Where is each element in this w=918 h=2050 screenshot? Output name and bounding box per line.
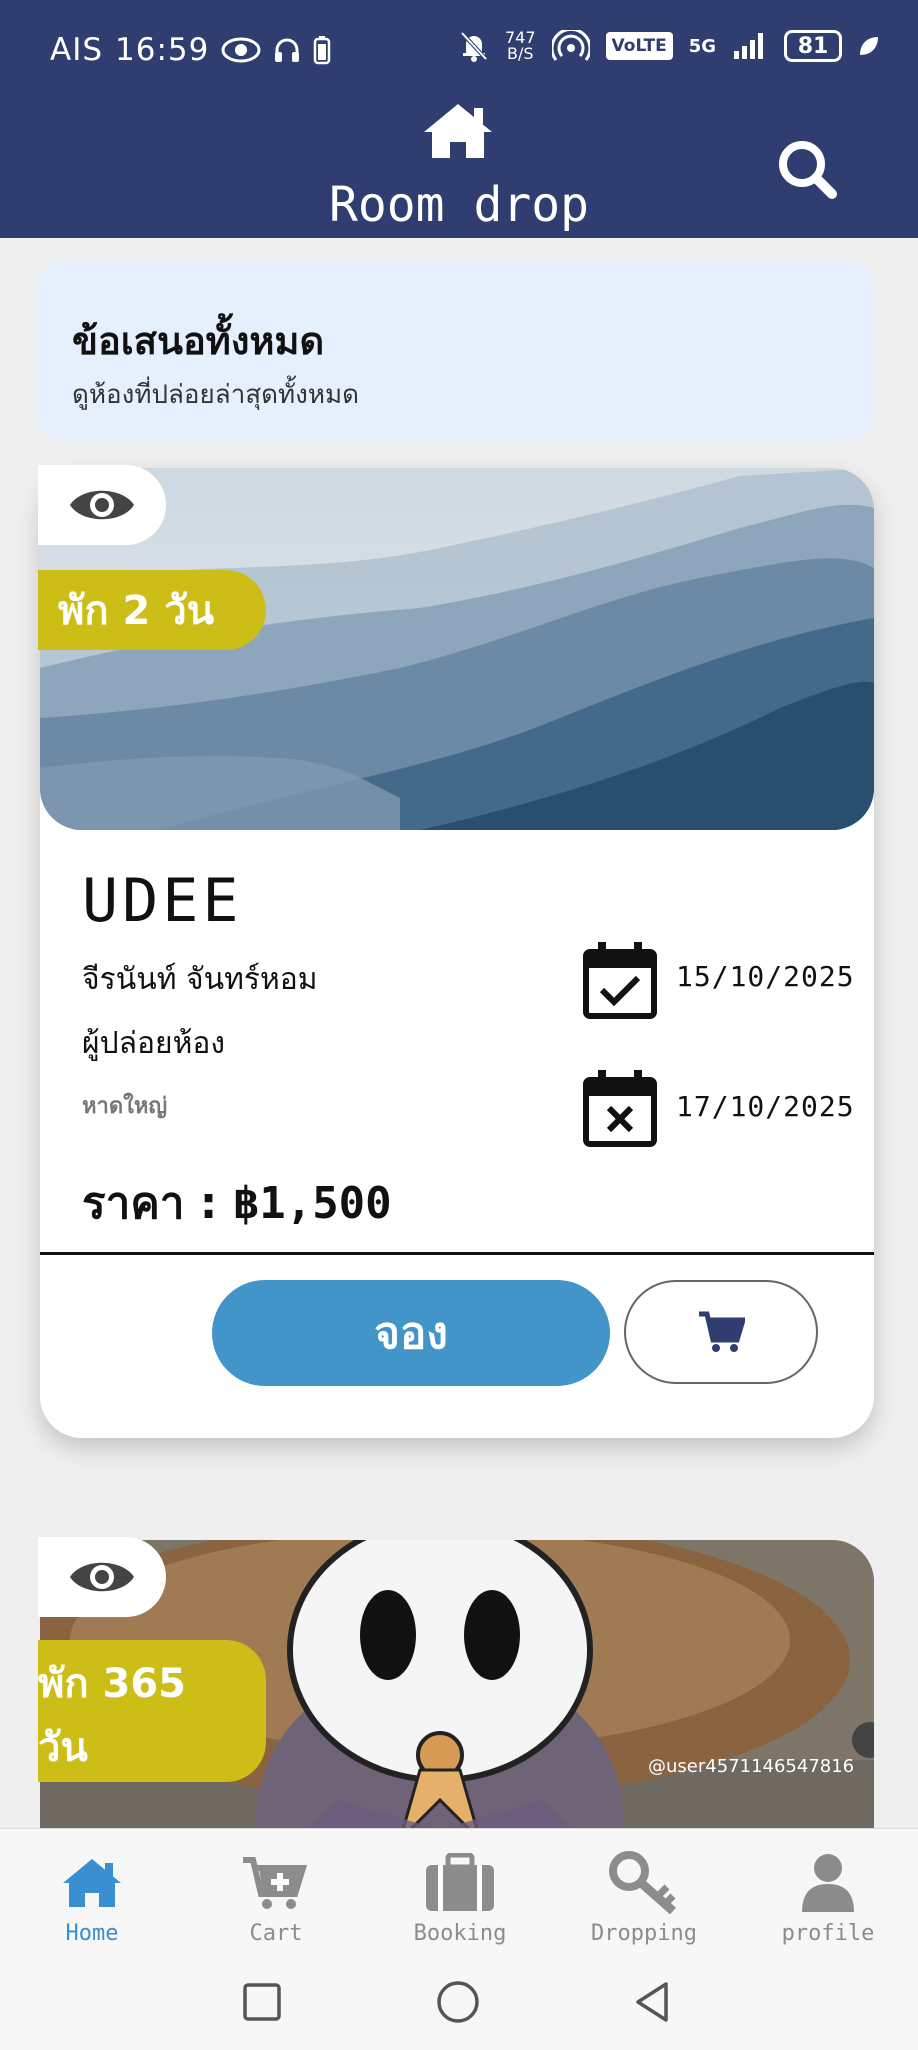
watermark-text: @user4571146547816 — [648, 1756, 855, 1777]
cart-plus-icon — [243, 1857, 308, 1909]
location-label: หาดใหญ่ — [82, 1094, 168, 1119]
stay-label-line1: พัก 365 — [38, 1661, 187, 1707]
nav-booking[interactable]: Booking — [368, 1829, 552, 1959]
net-speed: 747 B/S — [505, 30, 536, 62]
nav-profile-label: profile — [781, 1921, 875, 1946]
time-label: 16:59 — [115, 32, 210, 68]
calendar-check-icon — [583, 942, 657, 1019]
battery-small-icon — [314, 36, 331, 65]
card-divider — [40, 1252, 874, 1255]
eye-icon — [70, 490, 134, 520]
status-left: AIS 16:59 — [50, 32, 331, 68]
nav-home-label: Home — [65, 1921, 119, 1946]
view-button-2[interactable] — [38, 1537, 166, 1617]
hotspot-icon — [551, 30, 590, 61]
price-value: ฿1,500 — [232, 1178, 392, 1229]
nav-cart-label: Cart — [249, 1921, 303, 1946]
leaf-icon — [860, 37, 878, 55]
search-icon — [779, 141, 837, 199]
nav-cart-icon-wrap — [184, 1851, 368, 1915]
volte-badge: VoLTE — [605, 32, 673, 60]
price-label: ราคา : — [82, 1178, 233, 1229]
stay-duration-badge: พัก 2 วัน — [38, 570, 266, 650]
book-button[interactable]: จอง — [212, 1280, 610, 1386]
offers-banner: ข้อเสนอทั้งหมด ดูห้องที่ปล่อยล่าสุดทั้งห… — [38, 262, 874, 440]
eye-icon — [70, 1562, 134, 1592]
owner-role: ผู้ปล่อยห้อง — [82, 1026, 226, 1061]
checkin-date: 15/10/2025 — [676, 960, 855, 993]
system-home-icon[interactable] — [436, 1980, 480, 2024]
status-bar: AIS 16:59 747 B/S VoLTE 5G 81 — [0, 0, 918, 108]
nav-dropping-icon-wrap — [552, 1851, 736, 1915]
user-icon — [802, 1854, 854, 1912]
banner-subtitle: ดูห้องที่ปล่อยล่าสุดทั้งหมด — [72, 380, 360, 410]
recent-apps-icon[interactable] — [242, 1982, 282, 2022]
key-icon — [609, 1851, 676, 1915]
nav-profile-icon-wrap — [736, 1851, 918, 1915]
nav-dropping-label: Dropping — [591, 1921, 697, 1946]
eye-icon — [221, 37, 261, 63]
home-icon — [424, 104, 492, 158]
nav-booking-label: Booking — [413, 1921, 507, 1946]
view-button[interactable] — [38, 465, 166, 545]
nav-booking-icon-wrap — [368, 1851, 552, 1915]
price: ราคา : ฿1,500 — [82, 1168, 392, 1238]
mute-bell-icon — [460, 31, 488, 62]
home-icon — [63, 1859, 121, 1907]
checkout-date: 17/10/2025 — [676, 1090, 855, 1123]
app-header: AIS 16:59 747 B/S VoLTE 5G 81 Room drop — [0, 0, 918, 238]
banner-title: ข้อเสนอทั้งหมด — [72, 319, 325, 363]
nav-home-icon-wrap — [0, 1851, 184, 1915]
headphones-icon — [275, 38, 300, 62]
owner-name: จีรนันท์ จันทร์หอม — [82, 962, 318, 997]
nav-dropping[interactable]: Dropping — [552, 1829, 736, 1959]
calendar-x-icon — [583, 1070, 657, 1147]
status-right: 747 B/S VoLTE 5G 81 — [459, 30, 880, 62]
net-speed-unit: B/S — [507, 44, 534, 63]
signal-icon — [734, 33, 763, 59]
nav-home[interactable]: Home — [0, 1829, 184, 1959]
stay-duration-badge-2: พัก 365 วัน — [38, 1640, 266, 1782]
add-to-cart-button[interactable] — [624, 1280, 818, 1384]
hotel-name: UDEE — [82, 866, 243, 936]
search-button[interactable] — [776, 138, 838, 200]
cart-icon — [699, 1311, 745, 1352]
bottom-nav: Home Cart Booking Dropping profile — [0, 1828, 918, 1959]
carrier-label: AIS — [50, 32, 104, 68]
nav-profile[interactable]: profile — [736, 1829, 918, 1959]
nav-cart[interactable]: Cart — [184, 1829, 368, 1959]
suitcase-icon — [426, 1853, 494, 1911]
stay-label-line2: วัน — [38, 1725, 88, 1771]
network-type: 5G — [688, 35, 716, 57]
battery-indicator: 81 — [784, 30, 842, 62]
system-navigation-bar — [0, 1958, 918, 2050]
back-icon[interactable] — [632, 1980, 672, 2024]
